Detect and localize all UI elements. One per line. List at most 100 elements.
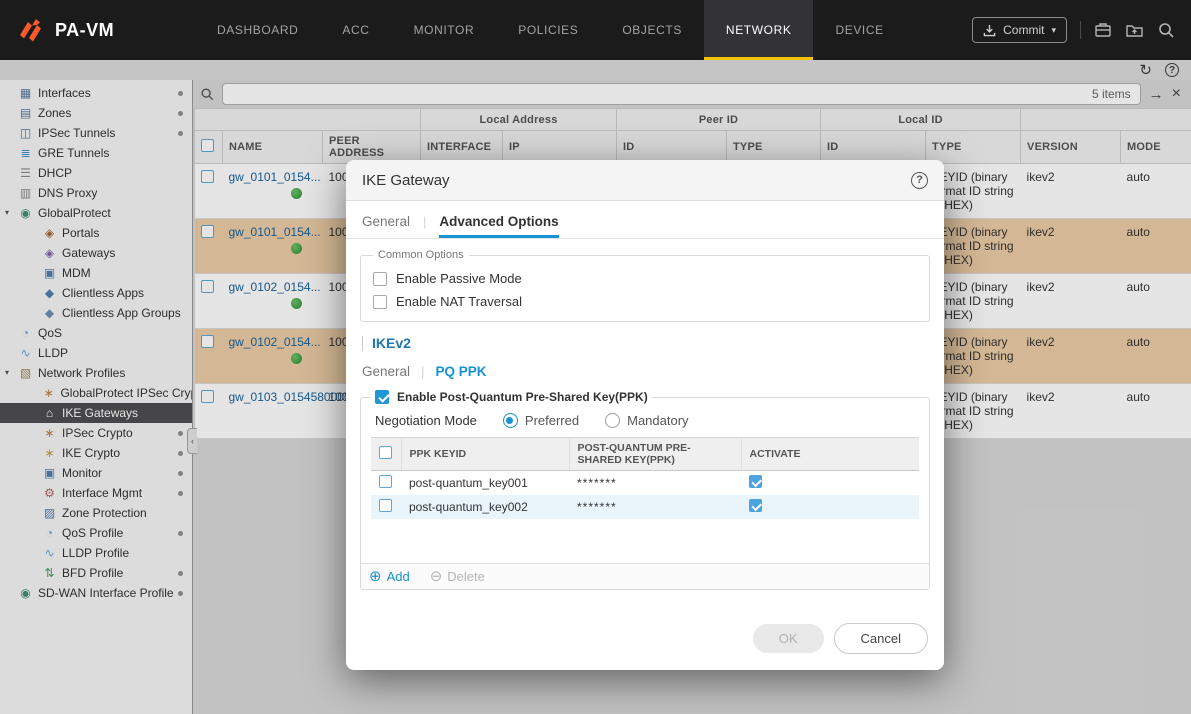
ppk-activate-checkbox[interactable] — [749, 475, 762, 488]
apply-filter-icon[interactable]: → — [1149, 86, 1164, 103]
gateway-link[interactable]: gw_0101_0154... — [229, 170, 321, 184]
row-checkbox[interactable] — [200, 225, 214, 238]
ppk-col-key[interactable]: POST-QUANTUM PRE-SHARED KEY(PPK) — [569, 437, 742, 471]
ppk-activate-checkbox[interactable] — [749, 499, 762, 512]
enable-nat-traversal-checkbox[interactable] — [373, 294, 387, 309]
items-count: 5 items — [1091, 87, 1131, 101]
sidebar-item-interface-mgmt[interactable]: ⚙ Interface Mgmt — [0, 483, 192, 503]
sidebar-item-ipsec-tunnels[interactable]: ◫ IPSec Tunnels — [0, 123, 192, 143]
sidebar-item-globalprotect[interactable]: ▾ ◉ GlobalProtect — [0, 203, 192, 223]
subtab-pq-ppk[interactable]: PQ PPK — [436, 364, 487, 379]
sidebar-item-globalprotect-ipsec-crypto[interactable]: ∗ GlobalProtect IPSec Crypto — [0, 383, 192, 403]
sidebar-item-zone-protection[interactable]: ▨ Zone Protection — [0, 503, 192, 523]
col-peer-id[interactable]: ID — [616, 130, 728, 164]
sidebar-item-gre-tunnels[interactable]: ≣ GRE Tunnels — [0, 143, 192, 163]
commit-button[interactable]: Commit ▾ — [972, 17, 1067, 43]
sidebar-item-interfaces[interactable]: ▦ Interfaces — [0, 83, 192, 103]
sidebar-item-sd-wan-interface-profile[interactable]: ◉ SD-WAN Interface Profile — [0, 583, 192, 603]
mode-cell: auto — [1120, 328, 1191, 384]
negotiation-preferred-radio[interactable]: Preferred — [502, 413, 579, 428]
tab-advanced-options[interactable]: Advanced Options — [439, 214, 559, 238]
sidebar-item-ipsec-crypto[interactable]: ∗ IPSec Crypto — [0, 423, 192, 443]
refresh-icon[interactable]: ↻ — [1139, 63, 1152, 78]
sidebar-item-portals[interactable]: ◈ Portals — [0, 223, 192, 243]
row-checkbox[interactable] — [200, 170, 214, 183]
gateway-link[interactable]: gw_0102_0154... — [229, 335, 321, 349]
sidebar-item-network-profiles[interactable]: ▾ ▧ Network Profiles — [0, 363, 192, 383]
gateway-link[interactable]: gw_0101_0154... — [229, 225, 321, 239]
col-mode[interactable]: MODE — [1120, 130, 1191, 164]
sidebar-item-gateways[interactable]: ◈ Gateways — [0, 243, 192, 263]
sidebar-item-mdm[interactable]: ▣ MDM — [0, 263, 192, 283]
sidebar-item-lldp-profile[interactable]: ∿ LLDP Profile — [0, 543, 192, 563]
sidebar-item-ike-gateways[interactable]: ⌂ IKE Gateways — [0, 403, 192, 423]
sidebar-item-clientless-app-groups[interactable]: ◆ Clientless App Groups — [0, 303, 192, 323]
negotiation-mandatory-radio[interactable]: Mandatory — [605, 413, 689, 428]
col-name[interactable]: NAME — [222, 130, 323, 164]
nav-item-objects[interactable]: OBJECTS — [600, 0, 704, 60]
config-operations-icon[interactable] — [1125, 21, 1144, 39]
col-local-id-type[interactable]: TYPE — [925, 130, 1022, 164]
tab-general[interactable]: General — [362, 214, 410, 238]
chevron-down-icon[interactable]: ▾ — [5, 368, 9, 377]
ppk-select-all-header — [371, 437, 402, 471]
col-ip[interactable]: IP — [502, 130, 618, 164]
col-peer-address[interactable]: PEER ADDRESS — [321, 130, 422, 164]
nav-item-acc[interactable]: ACC — [320, 0, 391, 60]
sidebar-item-dhcp[interactable]: ☰ DHCP — [0, 163, 192, 183]
nav-item-monitor[interactable]: MONITOR — [392, 0, 497, 60]
col-interface[interactable]: INTERFACE — [420, 130, 504, 164]
chevron-down-icon[interactable]: ▾ — [5, 208, 9, 217]
cancel-button[interactable]: Cancel — [833, 623, 928, 654]
nav-item-dashboard[interactable]: DASHBOARD — [195, 0, 320, 60]
enable-passive-mode-checkbox[interactable] — [373, 271, 387, 286]
ppk-col-activate[interactable]: ACTIVATE — [741, 437, 919, 471]
add-ppk-button[interactable]: ⊕ Add — [369, 569, 410, 584]
row-checkbox[interactable] — [200, 335, 214, 348]
sidebar-item-label: Portals — [62, 226, 100, 240]
sidebar-collapse-handle[interactable]: ‹ — [187, 428, 197, 454]
ppk-row-checkbox[interactable] — [379, 499, 392, 512]
nav-item-device[interactable]: DEVICE — [813, 0, 905, 60]
row-checkbox[interactable] — [200, 280, 214, 293]
help-icon[interactable]: ? — [1165, 63, 1179, 77]
nav-item-policies[interactable]: POLICIES — [496, 0, 600, 60]
ppk-row-checkbox[interactable] — [379, 475, 392, 488]
sidebar-item-clientless-apps[interactable]: ◆ Clientless Apps — [0, 283, 192, 303]
search-icon[interactable] — [1157, 21, 1175, 39]
sidebar-item-dns-proxy[interactable]: ▥ DNS Proxy — [0, 183, 192, 203]
sidebar-item-bfd-profile[interactable]: ⇅ BFD Profile — [0, 563, 192, 583]
sidebar-item-zones[interactable]: ▤ Zones — [0, 103, 192, 123]
subtab-general[interactable]: General — [362, 364, 410, 379]
ppk-row-checkbox-cell — [371, 471, 401, 496]
filter-search-input[interactable] — [232, 87, 1092, 101]
delete-ppk-button[interactable]: ⊖ Delete — [430, 569, 485, 584]
group-header-blank — [1020, 108, 1191, 131]
modified-indicator-dot — [178, 471, 183, 476]
col-peer-id-type[interactable]: TYPE — [726, 130, 822, 164]
ppk-select-all-checkbox[interactable] — [379, 446, 392, 459]
sidebar-item-monitor[interactable]: ▣ Monitor — [0, 463, 192, 483]
gateway-link[interactable]: gw_0103_01545800004 — [229, 390, 358, 404]
sidebar-item-lldp[interactable]: ∿ LLDP — [0, 343, 192, 363]
select-all-checkbox[interactable] — [201, 139, 214, 152]
globalprotect-icon: ◉ — [20, 206, 31, 220]
sidebar-item-label: Zones — [38, 106, 72, 120]
clear-filter-icon[interactable]: × — [1172, 86, 1181, 102]
dialog-help-icon[interactable]: ? — [911, 171, 928, 189]
gateway-link[interactable]: gw_0102_0154... — [229, 280, 321, 294]
ok-button[interactable]: OK — [752, 624, 824, 653]
nav-item-network[interactable]: NETWORK — [703, 0, 814, 60]
enable-ppk-checkbox[interactable] — [375, 390, 389, 404]
sidebar-item-qos[interactable]: ◔ QoS — [0, 323, 192, 343]
delete-label: Delete — [447, 569, 485, 584]
col-version[interactable]: VERSION — [1020, 130, 1122, 164]
row-checkbox[interactable] — [200, 390, 214, 403]
task-manager-icon[interactable] — [1094, 21, 1112, 39]
sidebar-item-ike-crypto[interactable]: ∗ IKE Crypto — [0, 443, 192, 463]
sidebar-item-label: Monitor — [62, 466, 103, 480]
sidebar-item-qos-profile[interactable]: ◔ QoS Profile — [0, 523, 192, 543]
filter-search-icon — [201, 88, 214, 101]
col-local-id[interactable]: ID — [820, 130, 927, 164]
ppk-col-keyid[interactable]: PPK KEYID — [401, 437, 570, 471]
